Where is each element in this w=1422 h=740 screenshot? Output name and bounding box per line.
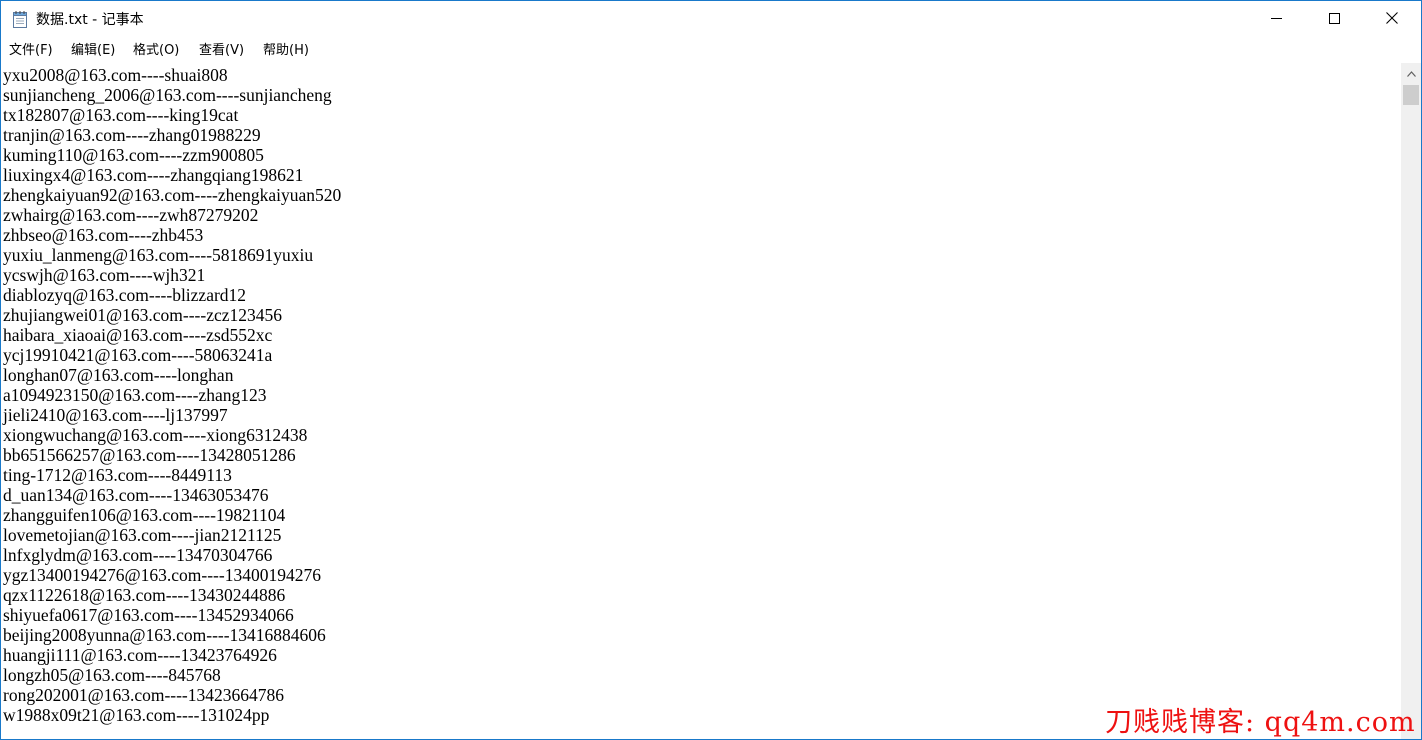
menu-file[interactable]: 文件(F): [9, 42, 53, 59]
menu-help[interactable]: 帮助(H): [263, 42, 309, 59]
vertical-scrollbar[interactable]: [1401, 63, 1421, 739]
text-line: zhangguifen106@163.com----19821104: [3, 505, 286, 525]
text-line: ting-1712@163.com----8449113: [3, 465, 232, 485]
text-line: sunjiancheng_2006@163.com----sunjianchen…: [3, 85, 332, 105]
text-line: zwhairg@163.com----zwh87279202: [3, 205, 259, 225]
text-line: qzx1122618@163.com----13430244886: [3, 585, 286, 605]
text-line: huangji111@163.com----13423764926: [3, 645, 277, 665]
text-line: ygz13400194276@163.com----13400194276: [3, 565, 321, 585]
text-line: tx182807@163.com----king19cat: [3, 105, 239, 125]
text-line: zhbseo@163.com----zhb453: [3, 225, 204, 245]
menu-bar: 文件(F) 编辑(E) 格式(O) 查看(V) 帮助(H): [1, 38, 1421, 62]
text-line: shiyuefa0617@163.com----13452934066: [3, 605, 294, 625]
text-line: xiongwuchang@163.com----xiong6312438: [3, 425, 308, 445]
text-line: zhujiangwei01@163.com----zcz123456: [3, 305, 283, 325]
close-button[interactable]: [1363, 1, 1421, 38]
menu-view[interactable]: 查看(V): [199, 42, 244, 59]
text-line: yuxiu_lanmeng@163.com----5818691yuxiu: [3, 245, 314, 265]
maximize-button[interactable]: [1305, 1, 1363, 38]
notepad-window: 数据.txt - 记事本 文件(F) 编辑(E) 格式(O) 查看(V) 帮助(…: [0, 0, 1422, 740]
text-line: tranjin@163.com----zhang01988229: [3, 125, 261, 145]
chevron-up-icon: [1406, 64, 1416, 82]
window-title: 数据.txt - 记事本: [36, 12, 144, 28]
menu-format[interactable]: 格式(O): [133, 42, 179, 59]
scroll-up-button[interactable]: [1401, 63, 1421, 83]
text-line: jieli2410@163.com----lj137997: [3, 405, 228, 425]
text-line: liuxingx4@163.com----zhangqiang198621: [3, 165, 304, 185]
watermark-text: 刀贱贱博客: qq4m.com: [1105, 707, 1416, 738]
minimize-button[interactable]: [1247, 1, 1305, 38]
text-line: yxu2008@163.com----shuai808: [3, 65, 228, 85]
text-line: beijing2008yunna@163.com----13416884606: [3, 625, 326, 645]
notepad-icon: [12, 10, 29, 29]
title-bar[interactable]: 数据.txt - 记事本: [1, 1, 1421, 38]
text-line: w1988x09t21@163.com----131024pp: [3, 705, 270, 725]
maximize-icon: [1328, 11, 1340, 29]
text-line: diablozyq@163.com----blizzard12: [3, 285, 247, 305]
close-icon: [1386, 11, 1398, 29]
text-line: bb651566257@163.com----13428051286: [3, 445, 296, 465]
text-line: rong202001@163.com----13423664786: [3, 685, 285, 705]
text-line: lovemetojian@163.com----jian2121125: [3, 525, 282, 545]
text-line: haibara_xiaoai@163.com----zsd552xc: [3, 325, 273, 345]
menu-edit[interactable]: 编辑(E): [71, 42, 115, 59]
text-line: longhan07@163.com----longhan: [3, 365, 234, 385]
text-line: longzh05@163.com----845768: [3, 665, 221, 685]
text-line: kuming110@163.com----zzm900805: [3, 145, 264, 165]
text-line: ycswjh@163.com----wjh321: [3, 265, 206, 285]
text-line: lnfxglydm@163.com----13470304766: [3, 545, 273, 565]
text-line: a1094923150@163.com----zhang123: [3, 385, 267, 405]
minimize-icon: [1270, 11, 1282, 29]
text-line: zhengkaiyuan92@163.com----zhengkaiyuan52…: [3, 185, 342, 205]
scrollbar-thumb[interactable]: [1403, 85, 1419, 105]
text-line: ycj19910421@163.com----58063241a: [3, 345, 273, 365]
text-editor-area[interactable]: yxu2008@163.com----shuai808 sunjiancheng_…: [1, 63, 1401, 739]
text-line: d_uan134@163.com----13463053476: [3, 485, 269, 505]
